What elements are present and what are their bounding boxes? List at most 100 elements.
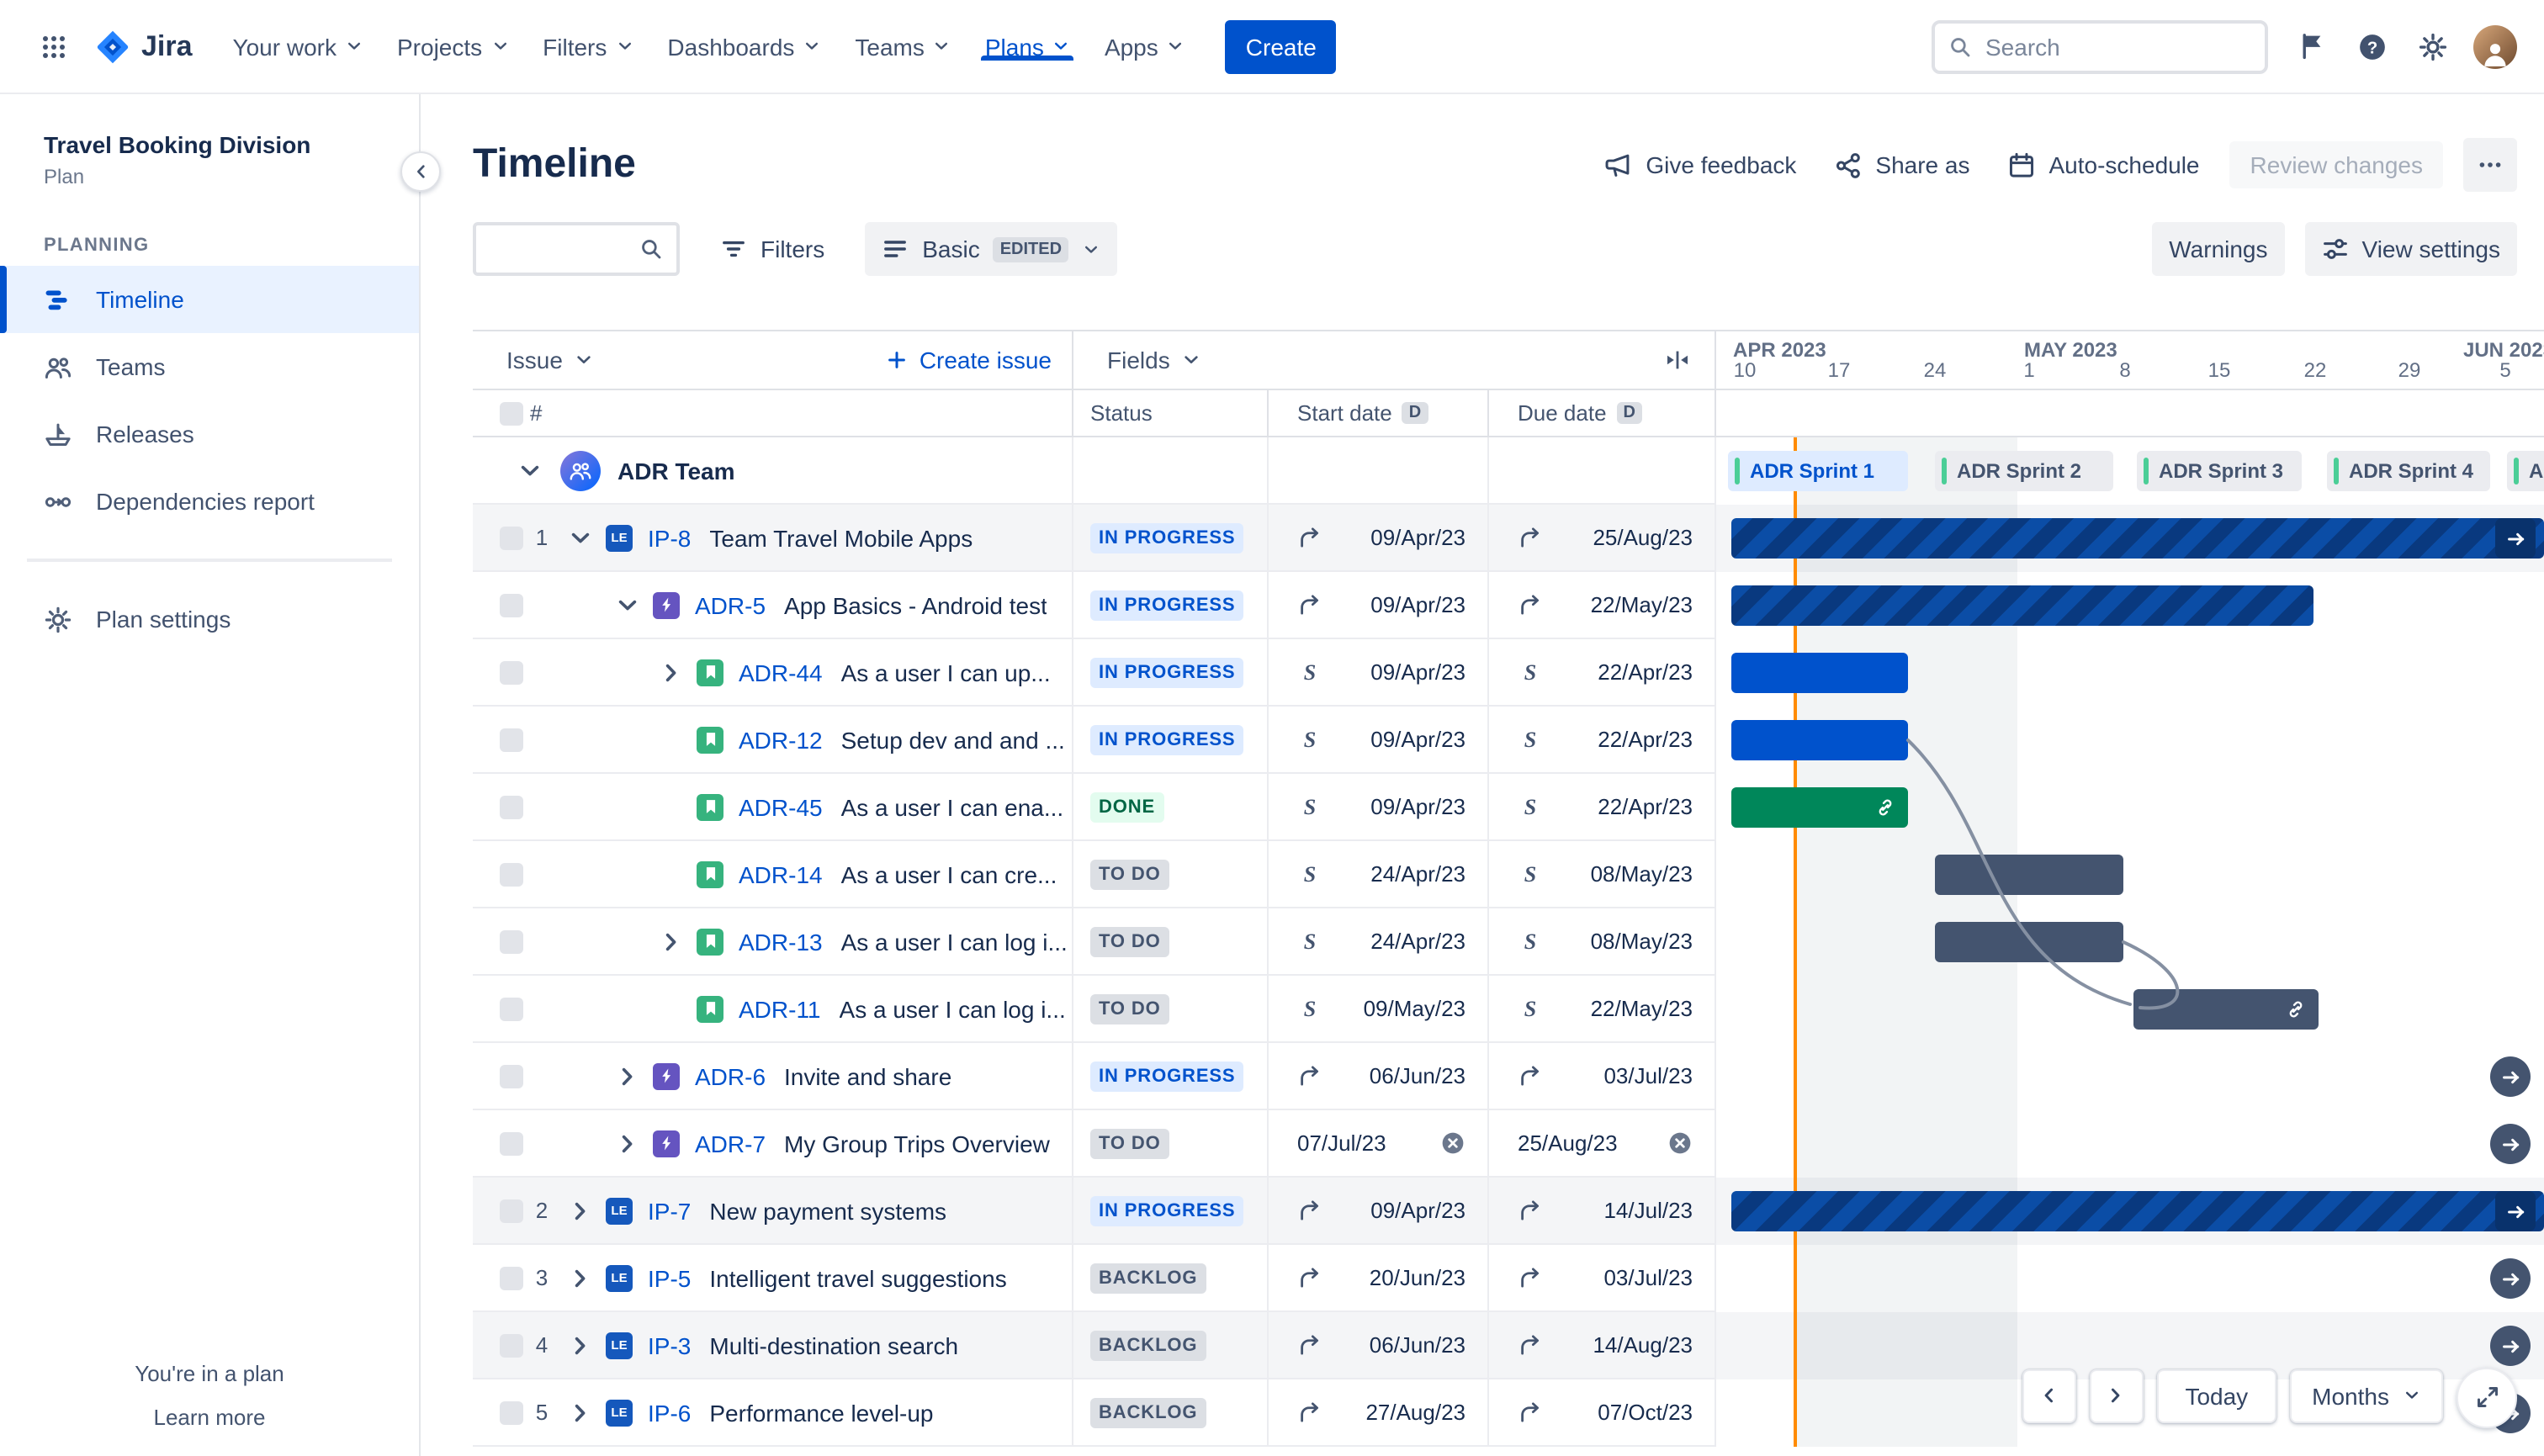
global-search[interactable] [1932, 19, 2268, 73]
create-issue-button[interactable]: Create issue [886, 347, 1052, 373]
chevron-right-icon[interactable] [658, 928, 685, 955]
sidebar-collapse-button[interactable] [400, 151, 441, 192]
status-badge[interactable]: IN PROGRESS [1090, 657, 1244, 687]
row-checkbox[interactable] [500, 1064, 523, 1088]
more-button[interactable] [2463, 138, 2517, 192]
status-badge[interactable]: TO DO [1090, 993, 1169, 1024]
issue-key[interactable]: ADR-7 [695, 1130, 766, 1157]
issue-key[interactable]: ADR-45 [739, 793, 823, 820]
offscreen-bar-button[interactable] [2490, 1124, 2531, 1164]
learn-more-link[interactable]: Learn more [154, 1404, 266, 1429]
due-date-cell[interactable]: 03/Jul/23 [1489, 1245, 1716, 1312]
status-badge[interactable]: BACKLOG [1090, 1397, 1206, 1427]
chevron-right-icon[interactable] [658, 659, 685, 686]
start-date-cell[interactable]: 09/Apr/23 [1269, 505, 1489, 572]
chevron-right-icon[interactable] [614, 1130, 641, 1157]
due-date-cell[interactable]: 14/Aug/23 [1489, 1312, 1716, 1379]
issue-column-header[interactable]: Issue Create issue [473, 331, 1073, 390]
offscreen-bar-button[interactable] [2490, 1056, 2531, 1097]
settings-button[interactable] [2406, 19, 2460, 73]
global-search-input[interactable] [1985, 33, 2251, 60]
chevron-right-icon[interactable] [567, 1197, 594, 1224]
sprint-chip-adr-sprint-5[interactable]: ADR Sprint 5 [2507, 451, 2544, 491]
sprint-chip-adr-sprint-3[interactable]: ADR Sprint 3 [2137, 451, 2302, 491]
status-badge[interactable]: BACKLOG [1090, 1263, 1206, 1293]
chevron-down-icon[interactable] [614, 591, 641, 618]
due-date-cell[interactable]: S 08/May/23 [1489, 841, 1716, 908]
start-date-cell[interactable]: S 24/Apr/23 [1269, 841, 1489, 908]
view-mode-button[interactable]: Basic EDITED [865, 222, 1118, 276]
start-date-cell[interactable]: S 09/May/23 [1269, 976, 1489, 1043]
today-button[interactable]: Today [2156, 1369, 2277, 1422]
sidebar-item-timeline[interactable]: Timeline [0, 266, 419, 333]
status-badge[interactable]: TO DO [1090, 926, 1169, 956]
issue-key[interactable]: IP-7 [648, 1197, 691, 1224]
chevron-right-icon[interactable] [567, 1264, 594, 1291]
gantt-bar-adr-14[interactable] [1935, 855, 2123, 895]
fields-column-header[interactable]: Fields [1073, 331, 1716, 390]
sprint-chip-adr-sprint-1[interactable]: ADR Sprint 1 [1728, 451, 1908, 491]
fullscreen-button[interactable] [2457, 1367, 2517, 1427]
gantt-bar-adr-5[interactable] [1731, 585, 2313, 626]
row-checkbox[interactable] [500, 1333, 523, 1357]
nav-item-filters[interactable]: Filters [526, 33, 650, 60]
start-date-cell[interactable]: S 09/Apr/23 [1269, 639, 1489, 707]
share-as-button[interactable]: Share as [1816, 140, 1986, 189]
nav-item-teams[interactable]: Teams [838, 33, 967, 60]
row-checkbox[interactable] [500, 728, 523, 751]
chevron-right-icon[interactable] [567, 1332, 594, 1358]
start-date-cell[interactable]: 06/Jun/23 [1269, 1043, 1489, 1110]
start-date-cell[interactable]: S 09/Apr/23 [1269, 707, 1489, 774]
nav-item-apps[interactable]: Apps [1088, 33, 1202, 60]
row-checkbox[interactable] [500, 1199, 523, 1222]
clear-date-icon[interactable] [1440, 1130, 1465, 1156]
due-date-cell[interactable]: S 22/Apr/23 [1489, 707, 1716, 774]
chevron-down-icon[interactable] [517, 457, 543, 484]
scroll-right-button[interactable] [2089, 1369, 2144, 1422]
offscreen-bar-button[interactable] [2490, 1258, 2531, 1299]
sidebar-item-plan-settings[interactable]: Plan settings [0, 585, 419, 653]
status-badge[interactable]: DONE [1090, 792, 1164, 822]
give-feedback-button[interactable]: Give feedback [1587, 140, 1813, 189]
issue-key[interactable]: IP-3 [648, 1332, 691, 1358]
sprint-chip-adr-sprint-2[interactable]: ADR Sprint 2 [1935, 451, 2113, 491]
gantt-bar-adr-45[interactable] [1731, 787, 1908, 828]
issue-search-input[interactable] [490, 236, 639, 262]
row-checkbox[interactable] [500, 526, 523, 549]
announcements-button[interactable] [2285, 19, 2339, 73]
issue-key[interactable]: ADR-12 [739, 726, 823, 753]
nav-item-plans[interactable]: Plans [968, 33, 1088, 60]
issue-key[interactable]: ADR-6 [695, 1062, 766, 1089]
scroll-left-button[interactable] [2022, 1369, 2076, 1422]
issue-search[interactable] [473, 222, 680, 276]
due-date-cell[interactable]: 25/Aug/23 [1489, 505, 1716, 572]
select-all-checkbox[interactable] [500, 401, 523, 425]
status-badge[interactable]: TO DO [1090, 859, 1169, 889]
bar-continues-button[interactable] [2495, 518, 2536, 559]
gantt-bar-adr-12[interactable] [1731, 720, 1908, 760]
start-date-cell[interactable]: 09/Apr/23 [1269, 1178, 1489, 1245]
collapse-columns-icon[interactable] [1664, 347, 1691, 373]
issue-key[interactable]: IP-5 [648, 1264, 691, 1291]
row-checkbox[interactable] [500, 862, 523, 886]
issue-key[interactable]: ADR-44 [739, 659, 823, 686]
start-date-cell[interactable]: 20/Jun/23 [1269, 1245, 1489, 1312]
status-badge[interactable]: IN PROGRESS [1090, 522, 1244, 553]
sprint-chip-adr-sprint-4[interactable]: ADR Sprint 4 [2327, 451, 2490, 491]
status-badge[interactable]: IN PROGRESS [1090, 590, 1244, 620]
due-date-cell[interactable]: 14/Jul/23 [1489, 1178, 1716, 1245]
offscreen-bar-button[interactable] [2490, 1326, 2531, 1366]
row-checkbox[interactable] [500, 1131, 523, 1155]
issue-key[interactable]: IP-6 [648, 1399, 691, 1426]
filters-button[interactable]: Filters [703, 222, 841, 276]
row-checkbox[interactable] [500, 1266, 523, 1289]
due-date-cell[interactable]: 25/Aug/23 [1489, 1110, 1716, 1178]
create-button[interactable]: Create [1225, 19, 1337, 73]
due-date-cell[interactable]: S 22/Apr/23 [1489, 639, 1716, 707]
app-switcher-button[interactable] [27, 19, 81, 73]
view-settings-button[interactable]: View settings [2304, 222, 2517, 276]
due-date-cell[interactable]: 22/May/23 [1489, 572, 1716, 639]
issue-key[interactable]: ADR-13 [739, 928, 823, 955]
status-badge[interactable]: IN PROGRESS [1090, 1195, 1244, 1226]
start-date-cell[interactable]: S 09/Apr/23 [1269, 774, 1489, 841]
